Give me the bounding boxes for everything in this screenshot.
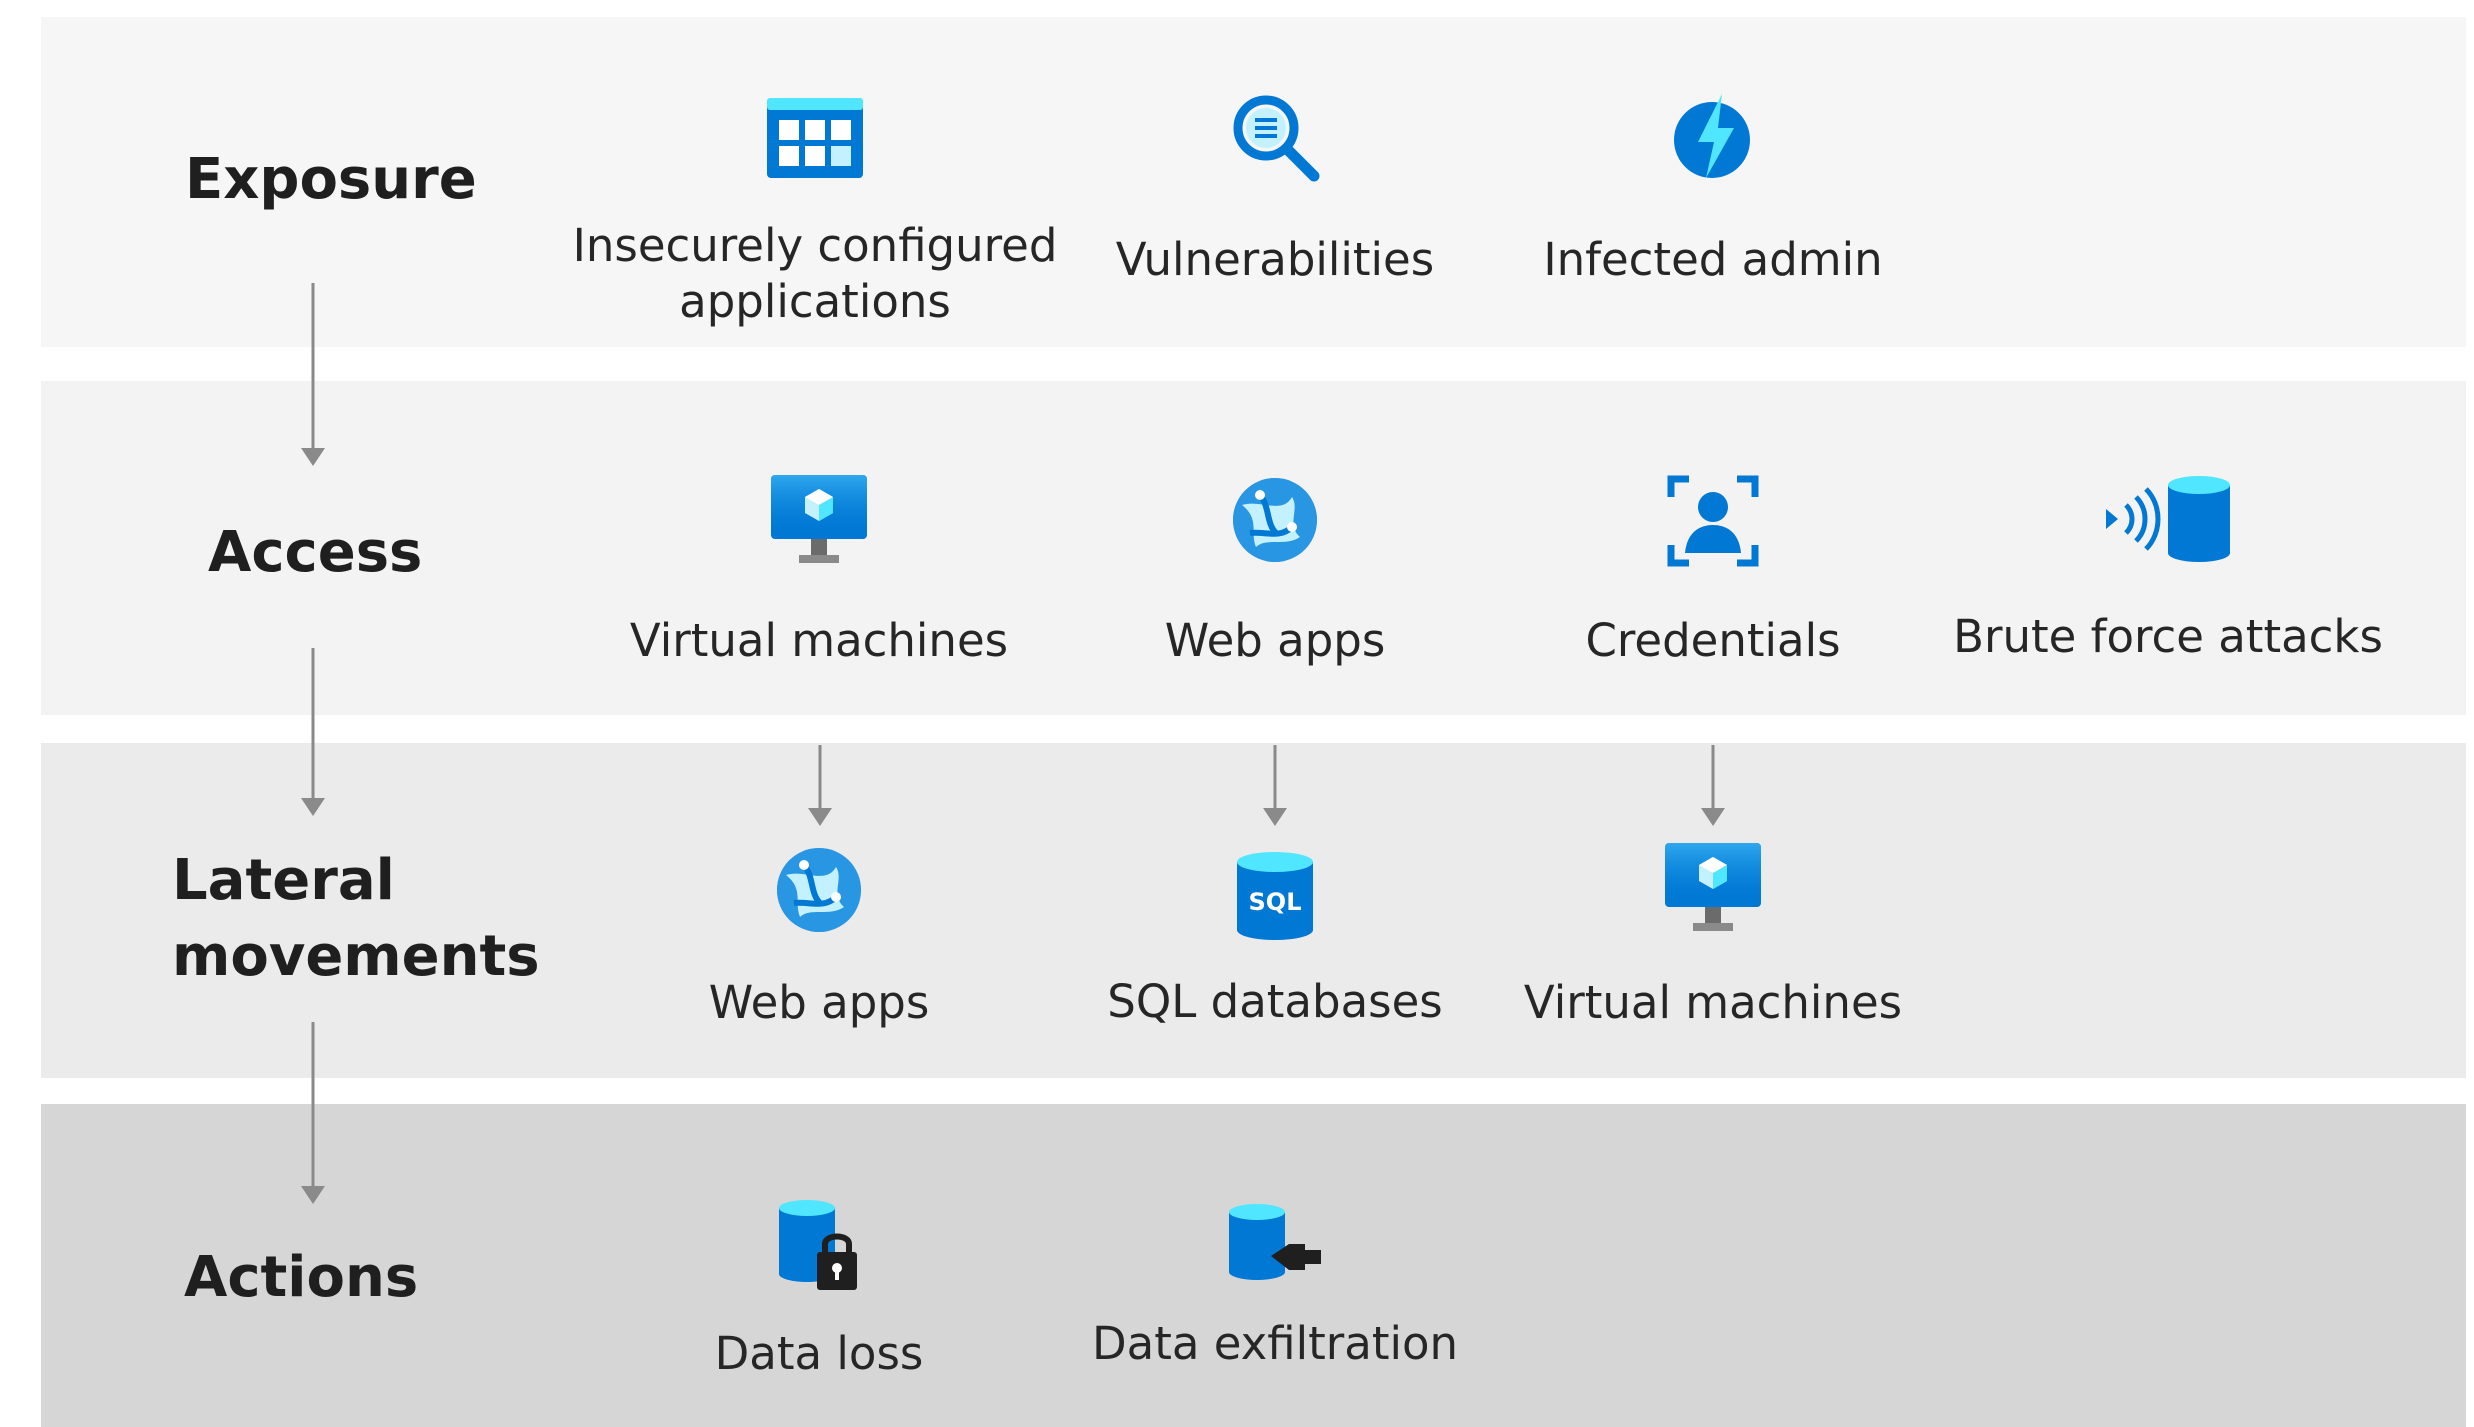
caption-infected-admin: Infected admin [1543, 233, 1883, 286]
caption-brute-force: Brute force attacks [1953, 610, 2383, 663]
caption-access-virtual-machines: Virtual machines [629, 614, 1009, 667]
stage-label-lateral-line2: movements [172, 924, 540, 989]
magnifier-icon [1233, 95, 1320, 182]
app-grid-icon [767, 98, 863, 178]
stage-label-lateral-line1: Lateral [172, 848, 395, 913]
database-signal-icon [2106, 476, 2230, 562]
user-scan-icon [1667, 475, 1759, 567]
caption-credentials: Credentials [1585, 614, 1841, 667]
caption-data-loss: Data loss [714, 1327, 924, 1380]
database-lock-icon [779, 1200, 857, 1290]
lightning-icon [1674, 94, 1750, 178]
stage-label-access: Access [208, 520, 423, 585]
attack-path-diagram: Exposure Access Lateral movements Action… [0, 0, 2474, 1427]
database-plug-icon [1229, 1204, 1321, 1280]
caption-lateral-web-apps: Web apps [708, 976, 930, 1029]
item-data-exfiltration: Data exfiltration [1015, 1200, 1535, 1372]
item-insecure-apps: Insecurely configured applications [555, 98, 1075, 330]
item-credentials: Credentials [1453, 475, 1973, 669]
stage-label-exposure: Exposure [185, 147, 477, 212]
virtual-machine-icon [771, 475, 867, 563]
globe-icon [1233, 478, 1317, 562]
caption-insecure-apps: Insecurely configured applications [572, 219, 1058, 328]
sql-icon-text: SQL [1249, 888, 1302, 916]
globe-icon [777, 848, 861, 932]
item-lateral-virtual-machines: Virtual machines [1453, 843, 1973, 1031]
virtual-machine-icon [1665, 843, 1761, 931]
stage-label-actions: Actions [184, 1245, 419, 1310]
stage-label-lateral-movements: Lateral movements [172, 843, 540, 995]
item-data-loss: Data loss [559, 1196, 1079, 1382]
sql-database-icon: SQL [1237, 852, 1313, 940]
caption-lateral-virtual-machines: Virtual machines [1523, 976, 1903, 1029]
item-access-virtual-machines: Virtual machines [559, 475, 1079, 669]
caption-data-exfiltration: Data exfiltration [1091, 1317, 1459, 1370]
item-lateral-web-apps: Web apps [559, 845, 1079, 1031]
item-infected-admin: Infected admin [1453, 92, 1973, 288]
item-brute-force: Brute force attacks [1908, 475, 2428, 665]
